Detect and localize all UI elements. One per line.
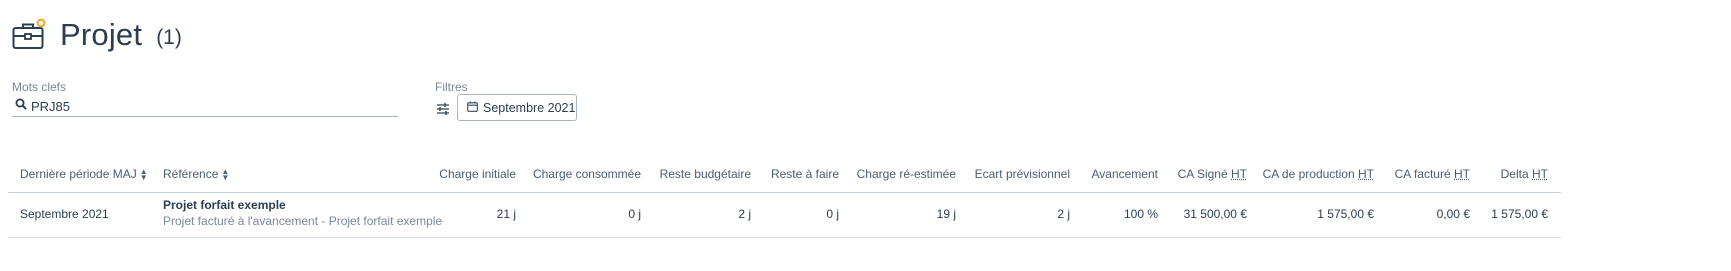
page-header: Projet (1): [12, 10, 182, 60]
column-header-ca-invoiced: CA facturé HT: [1394, 167, 1470, 181]
period-filter-button[interactable]: Septembre 2021: [457, 94, 577, 121]
cell-last-period: Septembre 2021: [20, 207, 109, 221]
column-header-re-estimated-charge: Charge ré-estimée: [856, 167, 956, 181]
column-header-remaining-work: Reste à faire: [770, 167, 839, 181]
cell-remaining-work: 0 j: [826, 207, 839, 221]
sort-icon: ▲ ▼: [221, 166, 230, 182]
filters-label: Filtres: [435, 80, 468, 94]
cell-delta: 1 575,00 €: [1491, 207, 1548, 221]
column-header-reference[interactable]: Référence ▲ ▼: [163, 167, 229, 181]
briefcase-icon: [12, 18, 46, 52]
cell-re-estimated-charge: 19 j: [936, 207, 956, 221]
cell-ca-production: 1 575,00 €: [1317, 207, 1374, 221]
cell-reference[interactable]: Projet forfait exemple Projet facturé à …: [163, 198, 442, 228]
result-count: (1): [156, 26, 182, 49]
cell-initial-charge: 21 j: [496, 207, 516, 221]
search-label: Mots clefs: [12, 80, 67, 94]
calendar-icon: [467, 101, 483, 115]
column-header-progress: Avancement: [1091, 167, 1159, 181]
period-filter-label: Septembre 2021: [483, 100, 576, 115]
reference-name: Projet forfait exemple: [163, 198, 286, 212]
search-input[interactable]: [31, 98, 371, 114]
projects-table: Dernière période MAJ ▲ ▼ Référence ▲ ▼ Charg…: [8, 155, 1561, 238]
cell-budget-remaining: 2 j: [738, 207, 751, 221]
cell-ca-invoiced: 0,00 €: [1436, 207, 1470, 221]
sort-icon: ▲ ▼: [139, 166, 148, 182]
filter-settings-icon[interactable]: [436, 102, 450, 116]
search-field[interactable]: [12, 96, 398, 117]
column-header-last-period[interactable]: Dernière période MAJ ▲ ▼: [20, 167, 148, 181]
search-icon: [12, 97, 31, 115]
column-header-consumed-charge: Charge consommée: [532, 167, 641, 181]
column-header-delta: Delta HT: [1500, 167, 1548, 181]
page-title: Projet: [60, 17, 143, 52]
table-header: Dernière période MAJ ▲ ▼ Référence ▲ ▼ Charg…: [8, 155, 1561, 193]
column-header-budget-remaining: Reste budgétaire: [659, 167, 751, 181]
column-header-ca-production: CA de production HT: [1262, 167, 1374, 181]
reference-subtitle: Projet facturé à l'avancement - Projet f…: [163, 214, 443, 228]
column-header-forecast-gap: Ecart prévisionnel: [974, 167, 1070, 181]
column-header-initial-charge: Charge initiale: [439, 167, 516, 181]
cell-forecast-gap: 2 j: [1057, 207, 1070, 221]
cell-progress: 100 %: [1123, 207, 1158, 221]
column-header-ca-signed: CA Signé HT: [1177, 167, 1247, 181]
table-row[interactable]: Septembre 2021 Projet forfait exemple Pr…: [8, 193, 1561, 238]
cell-consumed-charge: 0 j: [628, 207, 641, 221]
cell-ca-signed: 31 500,00 €: [1183, 207, 1247, 221]
